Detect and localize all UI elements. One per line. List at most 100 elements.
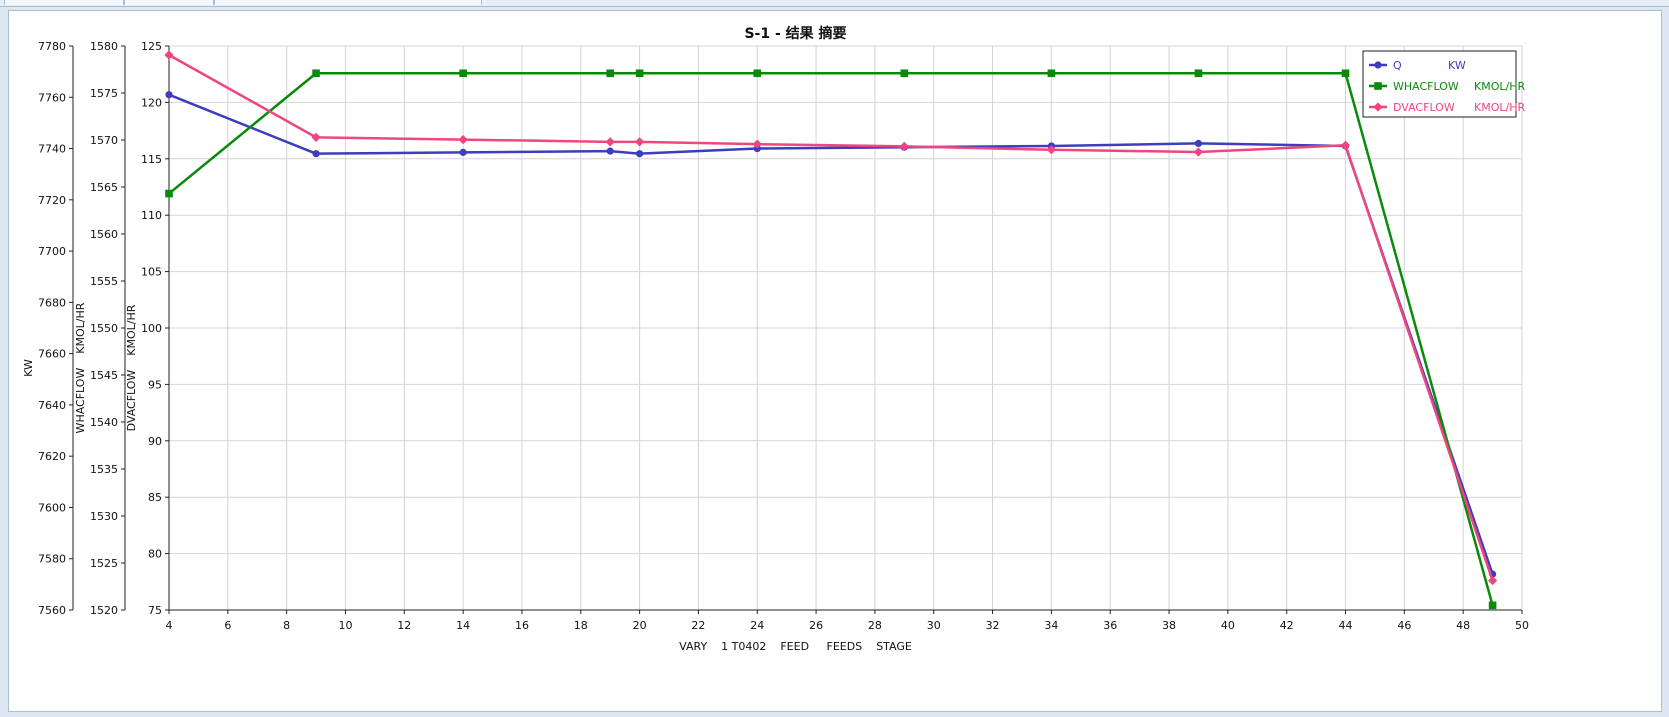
legend-name-dvacflow: DVACFLOW [1393, 101, 1455, 114]
q-tick-label: 7720 [38, 194, 66, 207]
dv-tick-label: 90 [148, 435, 162, 448]
series-line-q [168, 93, 1494, 575]
dv-tick-label: 125 [141, 40, 162, 53]
chart-panel: 4 6 8 10 12 14 16 18 20 22 24 26 28 30 32 34 36 38 40 42 44 4… [8, 10, 1662, 712]
x-tick-label: 34 [1044, 619, 1058, 632]
x-tick-label: 42 [1280, 619, 1294, 632]
point-whacflow [753, 69, 762, 78]
x-tick-label: 14 [456, 619, 470, 632]
legend-marker-whacflow [1374, 82, 1382, 90]
q-tick-label: 7760 [38, 91, 66, 104]
x-tick-label: 8 [283, 619, 290, 632]
dv-axis-title: DVACFLOW KMOL/HR [125, 304, 138, 431]
point-dvacflow [1340, 140, 1351, 150]
point-dvacflow [899, 141, 909, 151]
x-tick-label: 28 [868, 619, 882, 632]
dv-tick-label: 85 [148, 491, 162, 504]
point-whacflow [1488, 601, 1497, 610]
wh-tick-label: 1560 [90, 228, 118, 241]
point-whacflow [900, 69, 909, 78]
dv-tick-label: 95 [148, 378, 162, 391]
x-tick-label: 18 [574, 619, 588, 632]
point-whacflow [1341, 69, 1350, 78]
x-tick-label: 46 [1397, 619, 1411, 632]
wh-tick-label: 1545 [90, 369, 118, 382]
point-whacflow [1047, 69, 1056, 78]
dv-tick-label: 120 [141, 96, 162, 109]
point-q [312, 150, 320, 158]
x-tick-label: 16 [515, 619, 529, 632]
legend-unit-dvacflow: KMOL/HR [1474, 101, 1525, 114]
point-q [636, 150, 644, 158]
legend-marker-q [1374, 61, 1382, 69]
point-whacflow [635, 69, 644, 78]
point-whacflow [312, 69, 320, 78]
results-chart: 4 6 8 10 12 14 16 18 20 22 24 26 28 30 32 34 36 38 40 42 44 4… [22, 25, 1529, 653]
legend-unit-q: KW [1448, 59, 1466, 72]
q-tick-label: 7640 [38, 399, 66, 412]
point-dvacflow [458, 135, 468, 145]
point-whacflow [165, 189, 173, 198]
dv-tick-label: 75 [148, 604, 162, 617]
point-whacflow [459, 69, 467, 78]
tab-1[interactable] [4, 0, 124, 5]
legend-name-q: Q [1393, 59, 1402, 72]
point-whacflow [606, 69, 614, 78]
x-tick-label: 12 [397, 619, 411, 632]
x-tick-label: 44 [1339, 619, 1353, 632]
q-tick-label: 7620 [38, 450, 66, 463]
x-tick-label: 20 [633, 619, 647, 632]
x-axis-title: VARY 1 T0402 FEED FEEDS STAGE [679, 640, 912, 653]
q-tick-label: 7580 [38, 553, 66, 566]
x-tick-label: 30 [927, 619, 941, 632]
x-tick-label: 10 [338, 619, 352, 632]
x-tick-label: 50 [1515, 619, 1529, 632]
series-line-dvacflow [168, 53, 1494, 582]
x-tick-label: 32 [986, 619, 1000, 632]
results-window: 4 6 8 10 12 14 16 18 20 22 24 26 28 30 32 34 36 38 40 42 44 4… [0, 0, 1669, 717]
q-tick-label: 7560 [38, 604, 66, 617]
dv-tick-label: 105 [141, 266, 162, 279]
wh-tick-label: 1530 [90, 510, 118, 523]
point-q [1194, 139, 1203, 148]
x-tick-label: 24 [750, 619, 764, 632]
x-tick-label: 4 [166, 619, 173, 632]
wh-axis-title: WHACFLOW KMOL/HR [74, 302, 87, 433]
dv-tick-label: 80 [148, 548, 162, 561]
point-dvacflow [1487, 576, 1498, 586]
q-tick-label: 7660 [38, 348, 66, 361]
x-tick-label: 48 [1456, 619, 1470, 632]
x-tick-label: 26 [809, 619, 823, 632]
x-tick-label: 6 [224, 619, 231, 632]
wh-tick-label: 1525 [90, 557, 118, 570]
tab-strip [0, 0, 1669, 7]
point-q [165, 91, 173, 99]
point-dvacflow [635, 137, 645, 147]
chart-title: S-1 - 结果 摘要 [744, 25, 846, 42]
point-dvacflow [1193, 147, 1204, 157]
point-whacflow [1194, 69, 1203, 78]
x-tick-label: 40 [1221, 619, 1235, 632]
wh-tick-label: 1520 [90, 604, 118, 617]
x-tick-label: 22 [691, 619, 705, 632]
q-tick-label: 7680 [38, 296, 66, 309]
wh-tick-label: 1575 [90, 87, 118, 100]
point-q [606, 147, 614, 155]
dv-tick-label: 100 [141, 322, 162, 335]
tab-2[interactable] [124, 0, 214, 5]
wh-tick-label: 1570 [90, 134, 118, 147]
q-tick-label: 7700 [38, 245, 66, 258]
wh-tick-label: 1535 [90, 463, 118, 476]
dv-tick-label: 110 [141, 209, 162, 222]
q-axis-title: KW [22, 359, 35, 377]
q-tick-label: 7780 [38, 40, 66, 53]
dv-tick-label: 115 [141, 153, 162, 166]
wh-tick-label: 1580 [90, 40, 118, 53]
legend-name-whacflow: WHACFLOW [1393, 80, 1459, 93]
legend-unit-whacflow: KMOL/HR [1474, 80, 1525, 93]
point-q [459, 148, 467, 156]
tab-3[interactable] [214, 0, 482, 5]
wh-tick-label: 1540 [90, 416, 118, 429]
wh-tick-label: 1550 [90, 322, 118, 335]
q-tick-label: 7600 [38, 501, 66, 514]
